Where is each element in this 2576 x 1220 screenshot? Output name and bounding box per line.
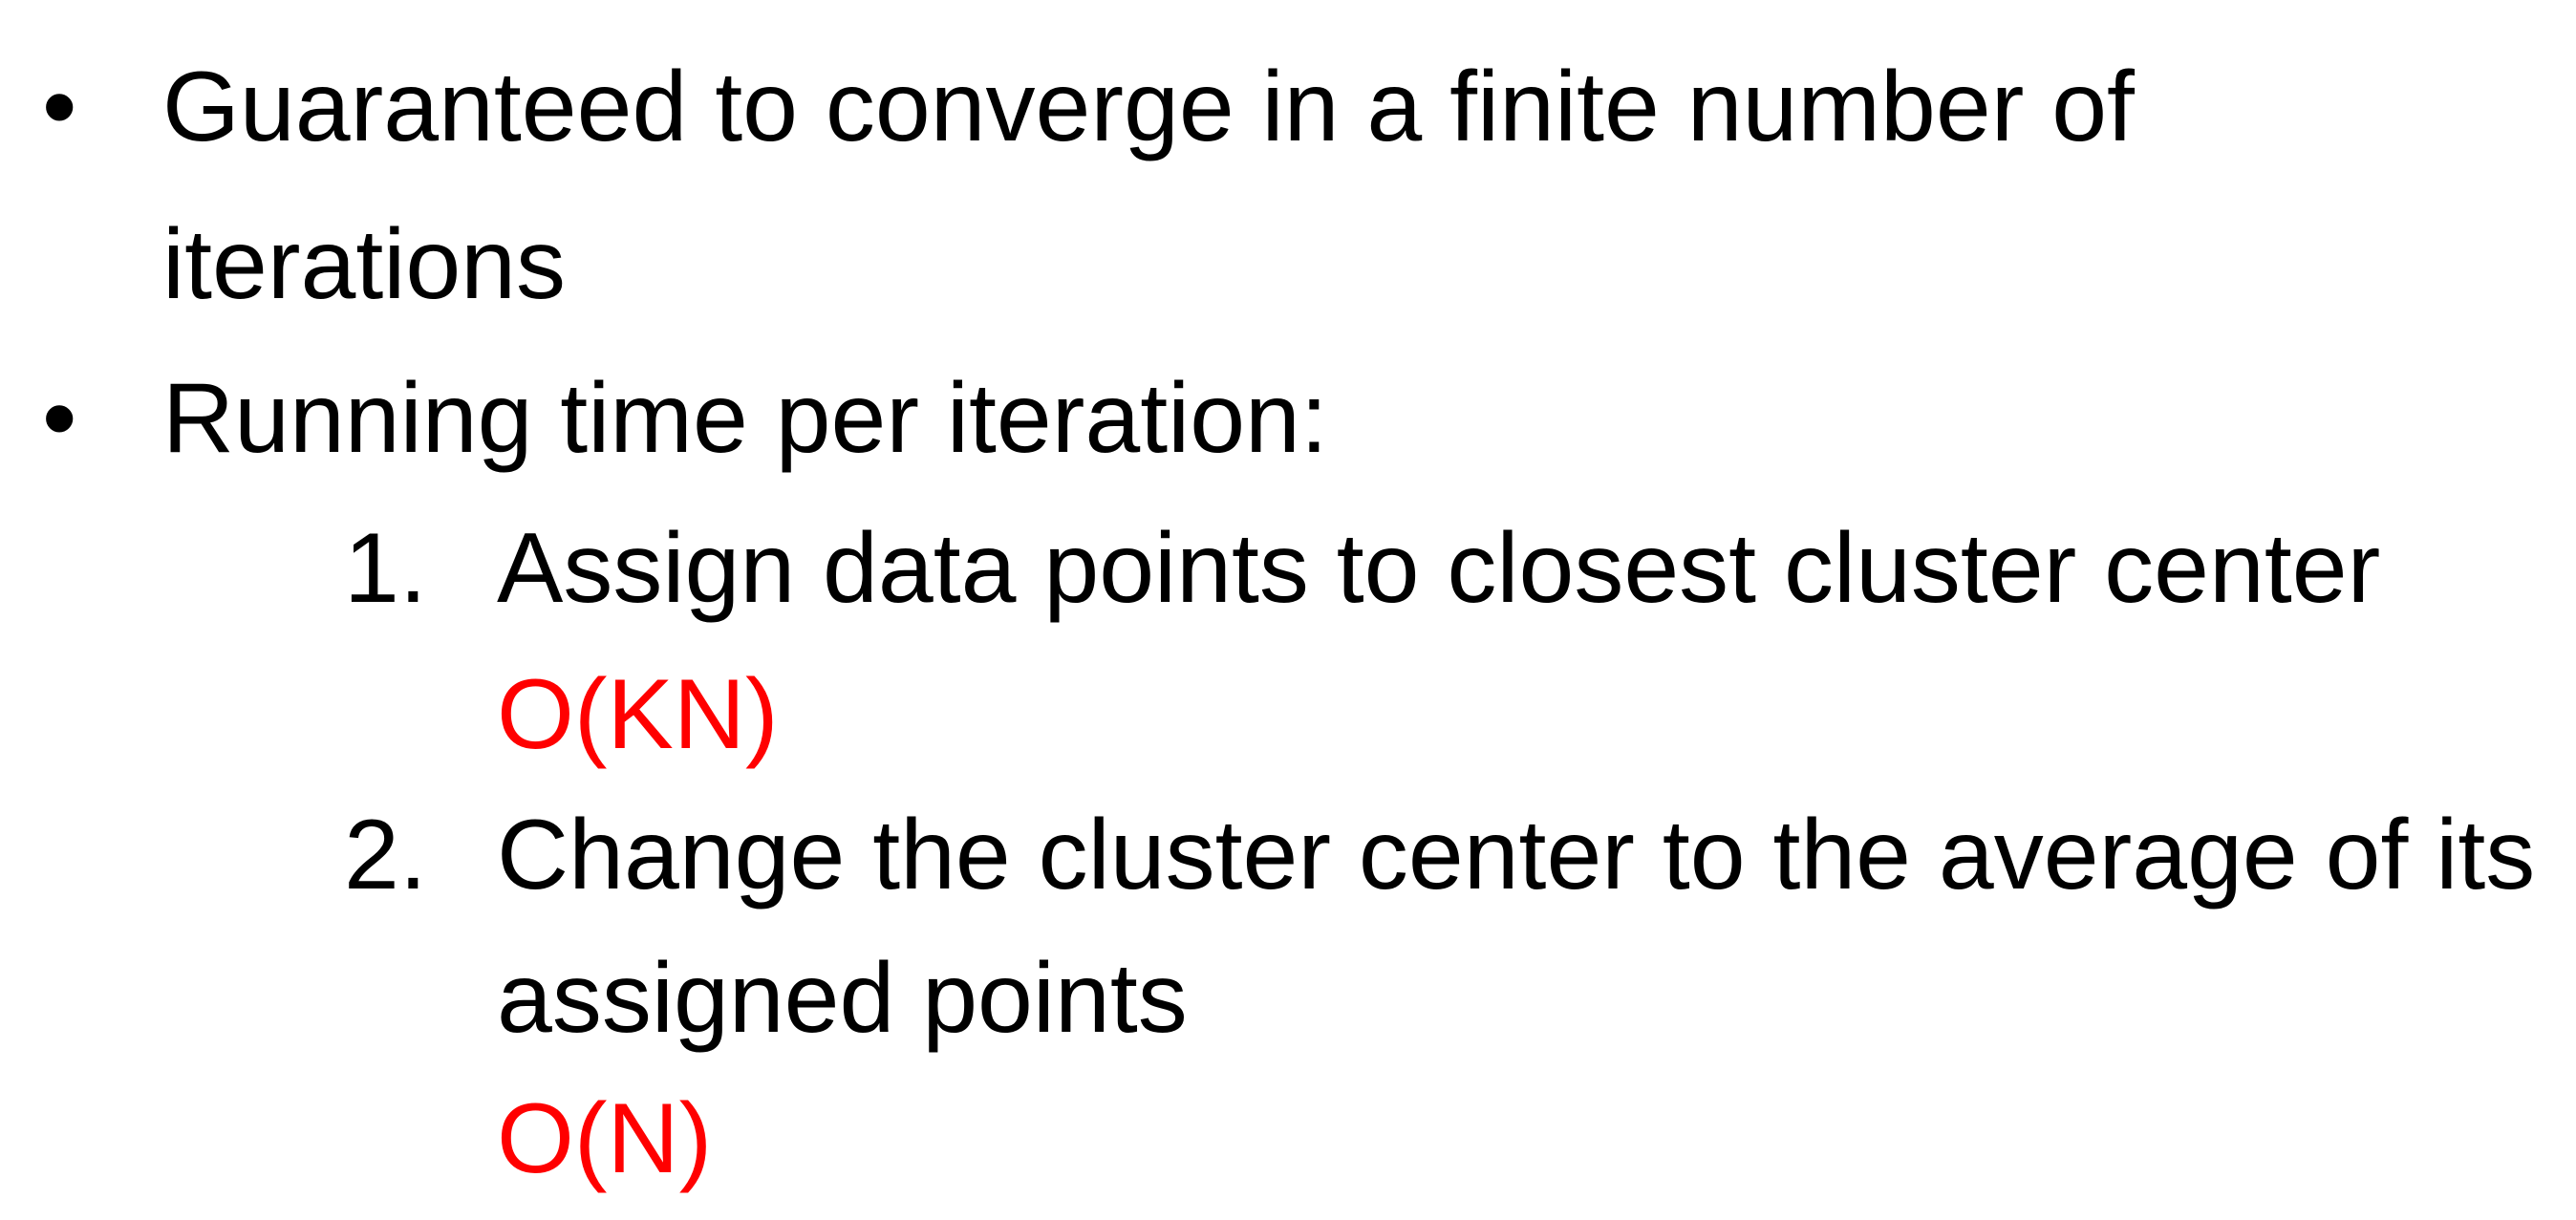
step-number: 2.: [344, 800, 427, 910]
step-text-line: assigned points: [497, 943, 1188, 1054]
step-number: 1.: [344, 513, 427, 624]
slide: • Guaranteed to converge in a finite num…: [0, 0, 2576, 1220]
bullet-marker: •: [42, 52, 77, 162]
step-complexity: O(N): [497, 1083, 713, 1194]
bullet-text-line: Guaranteed to converge in a finite numbe…: [162, 52, 2135, 162]
step-text-line: Assign data points to closest cluster ce…: [497, 513, 2381, 624]
bullet-text-line: Running time per iteration:: [162, 363, 1328, 474]
bullet-marker: •: [42, 363, 77, 474]
step-text-line: Change the cluster center to the average…: [497, 800, 2536, 910]
step-complexity: O(KN): [497, 659, 779, 770]
bullet-text-line: iterations: [162, 209, 566, 320]
